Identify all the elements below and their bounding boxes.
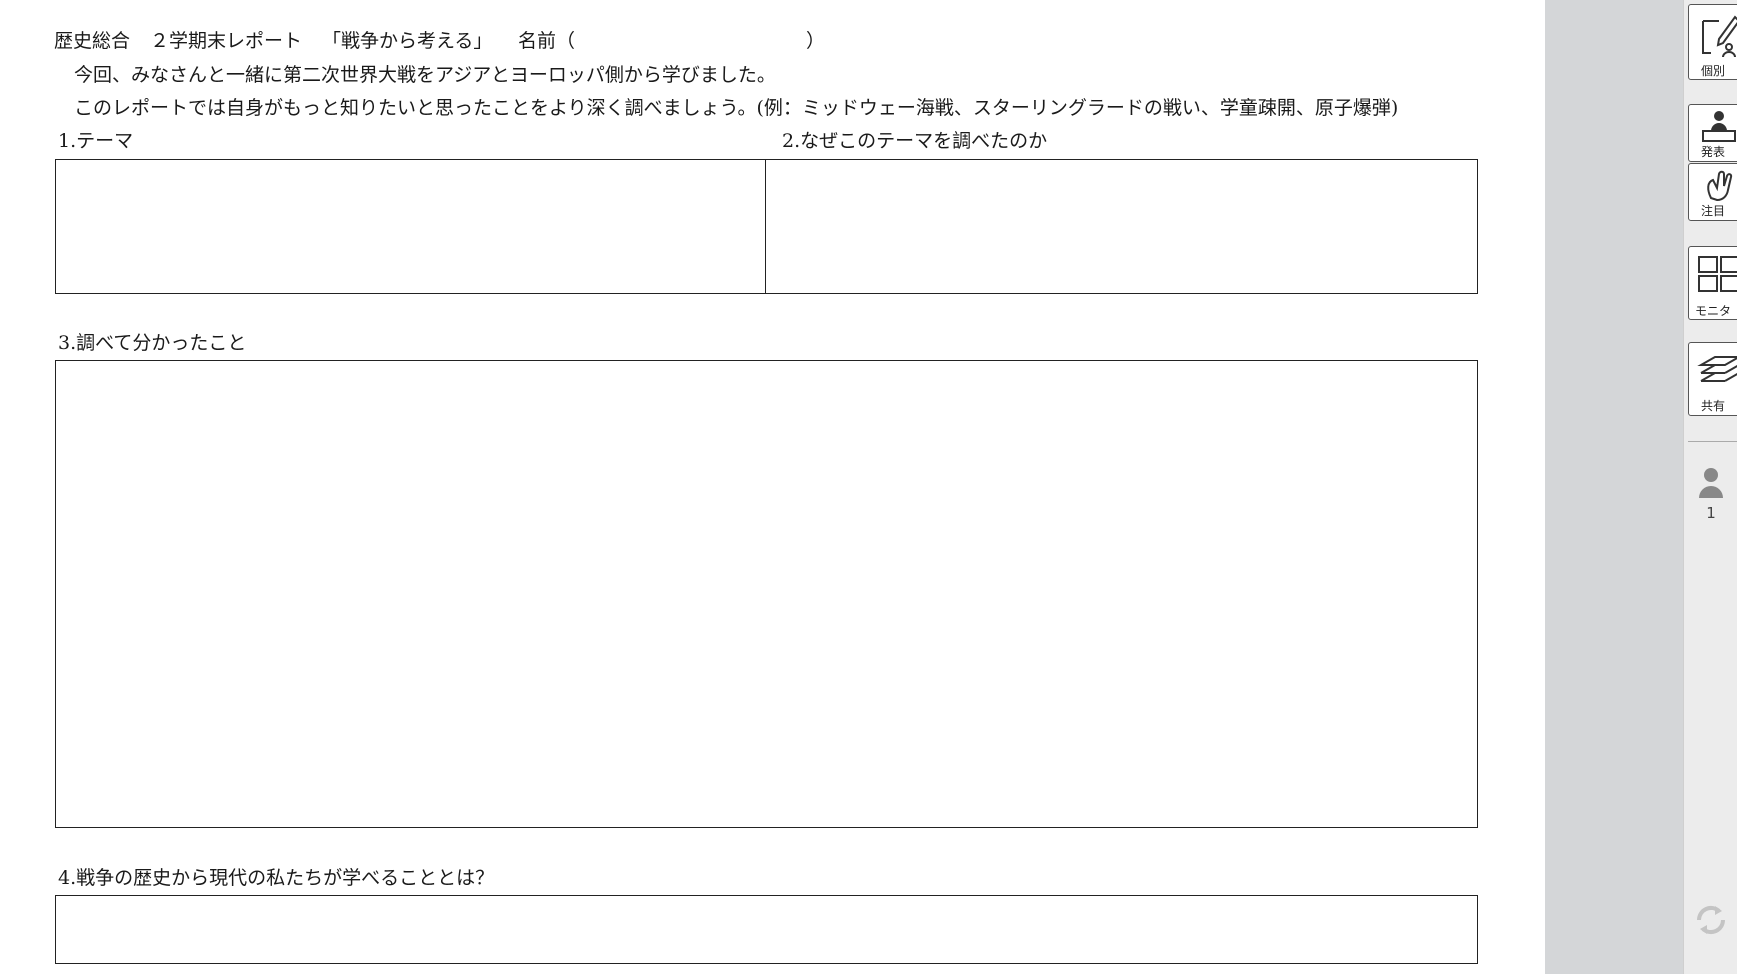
worksheet-page: 歴史総合 ２学期末レポート 「戦争から考える」 名前（ ） 今回、みなさんと一緒… (0, 0, 1545, 974)
raise-hand-icon (1707, 170, 1733, 202)
section-reason-label: 2.なぜこのテーマを調べたのか (782, 130, 1048, 152)
individual-button[interactable]: 個別 (1688, 4, 1737, 80)
toolbar-divider (1688, 441, 1737, 442)
title-term: ２学期末レポート (150, 30, 303, 52)
name-close-paren: ） (806, 30, 826, 52)
share-button[interactable]: 共有 (1688, 342, 1737, 416)
intro-line-1: 今回、みなさんと一緒に第二次世界大戦をアジアとヨーロッパ側から学びました。 (74, 64, 776, 86)
presenter-icon (1702, 111, 1736, 142)
class-toolbar: 個別 発表 注目 モニタ 共有 1 (1683, 0, 1737, 974)
layers-share-icon (1697, 356, 1737, 382)
title-subject: 歴史総合 (54, 30, 131, 52)
title-theme: 「戦争から考える」 (322, 30, 493, 52)
person-icon (1699, 468, 1723, 498)
worksheet-title: 歴史総合 ２学期末レポート 「戦争から考える」 名前（ ） (54, 29, 834, 53)
refresh-icon[interactable] (1689, 898, 1733, 942)
present-label: 発表 (1700, 145, 1725, 159)
findings-answer-box[interactable] (55, 360, 1478, 828)
intro-line-2: このレポートでは自身がもっと知りたいと思ったことをより深く調べましょう。(例：ミ… (74, 97, 1399, 119)
grid-monitor-icon (1698, 256, 1737, 292)
attention-button[interactable]: 注目 (1688, 163, 1737, 221)
connected-users[interactable]: 1 (1684, 466, 1737, 522)
present-button[interactable]: 発表 (1688, 104, 1737, 162)
monitor-label: モニタ (1694, 304, 1731, 318)
individual-label: 個別 (1700, 64, 1725, 78)
share-label: 共有 (1700, 399, 1725, 413)
name-label: 名前（ (518, 30, 576, 52)
section-lessons-label: 4.戦争の歴史から現代の私たちが学べることとは？ (58, 867, 495, 889)
page-gutter (1545, 0, 1683, 974)
attention-label: 注目 (1700, 204, 1725, 218)
reason-answer-box[interactable] (765, 159, 1478, 294)
section-theme-label: 1.テーマ (58, 130, 134, 152)
lessons-answer-box[interactable] (55, 895, 1478, 964)
section-findings-label: 3.調べて分かったこと (58, 332, 247, 354)
monitor-button[interactable]: モニタ (1688, 246, 1737, 320)
edit-person-icon (1702, 15, 1737, 58)
theme-answer-box[interactable] (55, 159, 767, 294)
user-count: 1 (1706, 504, 1716, 522)
